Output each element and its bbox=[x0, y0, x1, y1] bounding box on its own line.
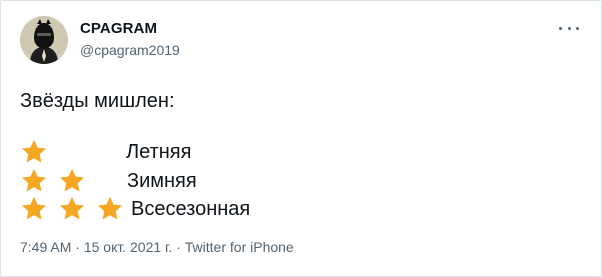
rating-label: Летняя bbox=[126, 141, 192, 163]
avatar-image bbox=[20, 16, 68, 64]
star-icon bbox=[21, 168, 47, 192]
meta-separator: · bbox=[176, 239, 181, 255]
tweet-text: Звёзды мишлен: bbox=[20, 90, 175, 112]
rating-label: Зимняя bbox=[127, 170, 197, 192]
avatar[interactable] bbox=[20, 16, 68, 64]
tweet-date[interactable]: 15 окт. 2021 г. bbox=[84, 239, 173, 255]
more-horizontal-icon bbox=[567, 26, 571, 30]
tweet-source-link[interactable]: Twitter for iPhone bbox=[185, 239, 294, 255]
rating-label: Всесезонная bbox=[131, 198, 251, 220]
more-options-button[interactable] bbox=[559, 21, 579, 35]
more-horizontal-icon bbox=[576, 26, 579, 30]
star-icon bbox=[21, 139, 47, 163]
star-icon bbox=[21, 196, 47, 220]
user-handle[interactable]: @cpagram2019 bbox=[80, 41, 180, 59]
more-horizontal-icon bbox=[559, 26, 562, 30]
tweet-card: CPAGRAM @cpagram2019 Звёзды мишлен: Летн… bbox=[0, 0, 602, 277]
star-icon bbox=[97, 196, 123, 220]
tweet-meta: 7:49 AM · 15 окт. 2021 г. · Twitter for … bbox=[20, 238, 294, 256]
tweet-time[interactable]: 7:49 AM bbox=[20, 239, 71, 255]
star-icon bbox=[59, 196, 85, 220]
display-name[interactable]: CPAGRAM bbox=[80, 20, 157, 38]
star-icon bbox=[59, 168, 85, 192]
meta-separator: · bbox=[75, 239, 80, 255]
